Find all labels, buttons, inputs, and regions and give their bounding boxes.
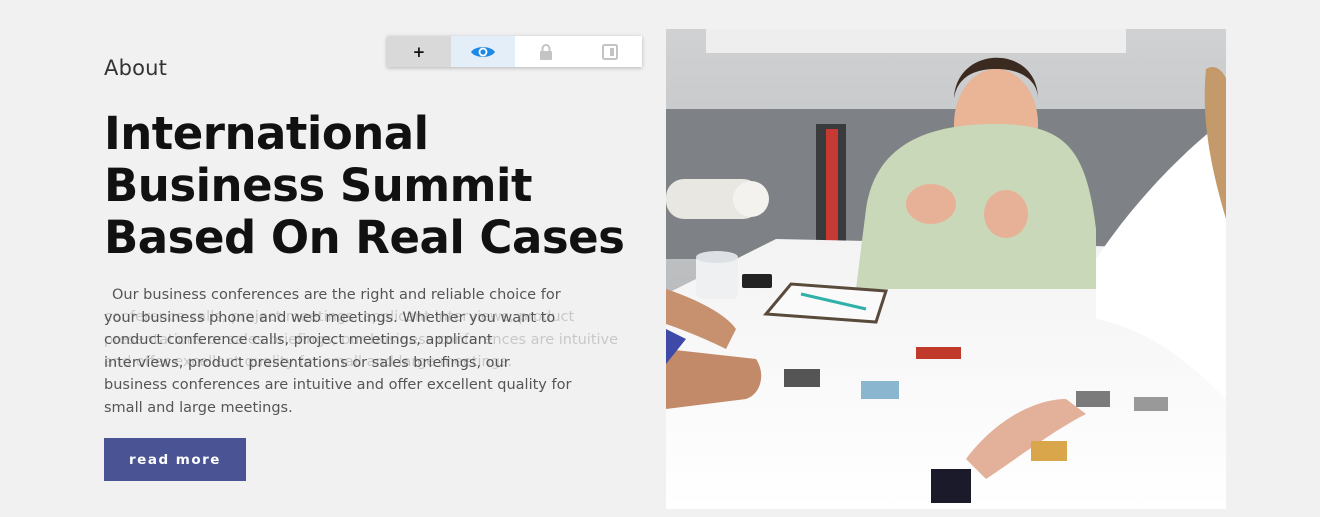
visibility-toggle-button[interactable] [450,36,515,67]
meeting-photo-art [666,29,1226,509]
headline-line-2: Business Summit [104,159,533,212]
layer-icon [602,43,619,60]
headline-line-3: Based On Real Cases [104,211,625,264]
add-button[interactable]: + [387,36,451,67]
eye-icon [470,46,495,57]
lock-button[interactable] [515,36,579,67]
section-eyebrow: About [104,56,168,80]
editor-toolbar: + [387,36,642,67]
about-body: conference calls, project meetings, appl… [104,284,624,424]
read-more-button[interactable]: read more [104,438,246,481]
meeting-photo [666,29,1226,509]
plus-icon: + [412,42,426,61]
headline-line-1: International [104,107,429,160]
lock-icon [540,43,553,60]
body-text: Our business conferences are the right a… [104,287,572,416]
layer-button[interactable] [578,36,642,67]
page-headline: International Business Summit Based On R… [104,107,625,264]
